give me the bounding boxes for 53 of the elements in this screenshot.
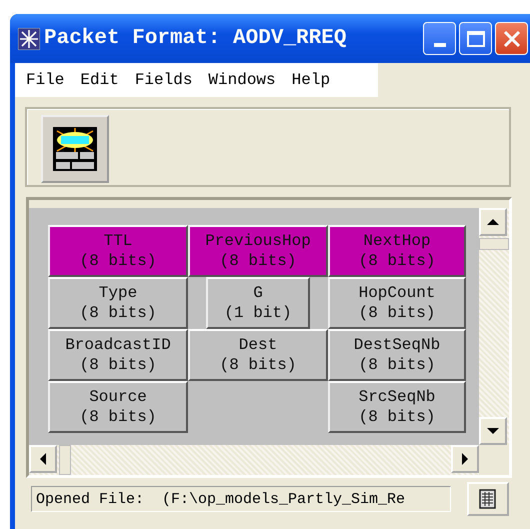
field-size: (8 bits): [358, 355, 436, 375]
packet-field[interactable]: HopCount (8 bits): [328, 277, 466, 329]
star-icon: [18, 28, 40, 50]
notes-button[interactable]: [467, 482, 509, 516]
maximize-button[interactable]: [459, 22, 492, 55]
packet-icon: [51, 125, 99, 173]
menu-item[interactable]: Help: [292, 71, 330, 89]
field-size: (8 bits): [80, 355, 156, 375]
field-name: DestSeqNb: [354, 335, 440, 355]
scroll-up-button[interactable]: [479, 208, 507, 236]
field-name: SrcSeqNb: [358, 387, 436, 407]
minimize-button[interactable]: [423, 22, 456, 55]
scroll-thumb[interactable]: [59, 445, 71, 475]
field-name: PreviousHop: [205, 231, 311, 251]
scroll-thumb[interactable]: [479, 238, 509, 250]
packet-field[interactable]: G (1 bit): [206, 277, 310, 329]
menu-item[interactable]: Fields: [134, 71, 192, 89]
vertical-scrollbar[interactable]: [479, 208, 509, 445]
scroll-down-button[interactable]: [479, 417, 507, 445]
field-size: (8 bits): [80, 407, 156, 427]
field-name: BroadcastID: [65, 335, 171, 355]
field-name: HopCount: [358, 283, 436, 303]
packet-field[interactable]: Type (8 bits): [48, 277, 188, 329]
close-button[interactable]: [495, 22, 528, 55]
field-name: G: [253, 283, 263, 303]
status-text: Opened File: (F:\op_models_Partly_Sim_Re: [31, 486, 451, 512]
packet-field[interactable]: SrcSeqNb (8 bits): [328, 381, 466, 433]
menu-item[interactable]: Edit: [80, 71, 119, 89]
packet-field[interactable]: Dest (8 bits): [188, 329, 328, 381]
packet-field[interactable]: DestSeqNb (8 bits): [328, 329, 466, 381]
field-size: (8 bits): [220, 251, 296, 271]
field-size: (8 bits): [80, 303, 156, 323]
window-title: Packet Format: AODV_RREQ: [44, 27, 346, 50]
packet-field[interactable]: BroadcastID (8 bits): [48, 329, 188, 381]
field-name: TTL: [104, 231, 132, 251]
close-icon: [502, 28, 522, 48]
scroll-right-button[interactable]: [451, 445, 479, 473]
packet-format-tool-button[interactable]: [41, 115, 109, 183]
field-size: (8 bits): [358, 251, 436, 271]
horizontal-scrollbar[interactable]: [29, 445, 479, 475]
packet-field[interactable]: Source (8 bits): [48, 381, 188, 433]
menu-item[interactable]: File: [26, 71, 64, 89]
field-name: NextHop: [363, 231, 431, 251]
field-name: Source: [89, 387, 147, 407]
scroll-left-button[interactable]: [29, 445, 57, 473]
field-size: (8 bits): [358, 407, 436, 427]
field-size: (8 bits): [80, 251, 156, 271]
menu-item[interactable]: Windows: [208, 71, 276, 89]
field-name: Type: [98, 283, 138, 303]
field-size: (1 bit): [224, 303, 292, 323]
field-size: (8 bits): [358, 303, 436, 323]
field-size: (8 bits): [220, 355, 296, 375]
field-name: Dest: [238, 335, 278, 355]
